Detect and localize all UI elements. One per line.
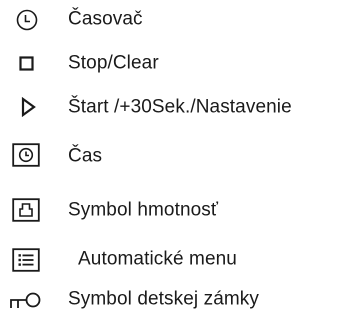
weight-icon: [12, 198, 40, 222]
legend-item-stop-clear: Stop/Clear: [0, 48, 349, 78]
clock-icon: [12, 143, 40, 167]
legend-item-label: Časovač: [68, 8, 143, 30]
legend-item-label: Automatické menu: [78, 248, 237, 270]
legend-item-start: Štart /+30Sek./Nastavenie: [0, 92, 349, 122]
stop-square-icon: [19, 56, 35, 72]
legend-item-weight: Symbol hmotnosť: [0, 195, 349, 225]
legend-item-auto-menu: Automatické menu: [0, 244, 349, 274]
legend-item-label: Štart /+30Sek./Nastavenie: [68, 96, 292, 118]
legend-item-clock: Čas: [0, 141, 349, 171]
child-lock-key-icon: [10, 292, 42, 310]
legend-item-timer: Časovač: [0, 4, 349, 34]
legend-item-label: Symbol hmotnosť: [68, 199, 219, 221]
legend-item-child-lock: Symbol detskej zámky: [0, 284, 349, 314]
legend-item-label: Čas: [68, 145, 103, 167]
legend-item-label: Stop/Clear: [68, 52, 159, 74]
menu-list-icon: [12, 248, 40, 272]
play-triangle-icon: [21, 97, 37, 117]
timer-icon: [15, 8, 39, 32]
legend-item-label: Symbol detskej zámky: [68, 288, 260, 310]
